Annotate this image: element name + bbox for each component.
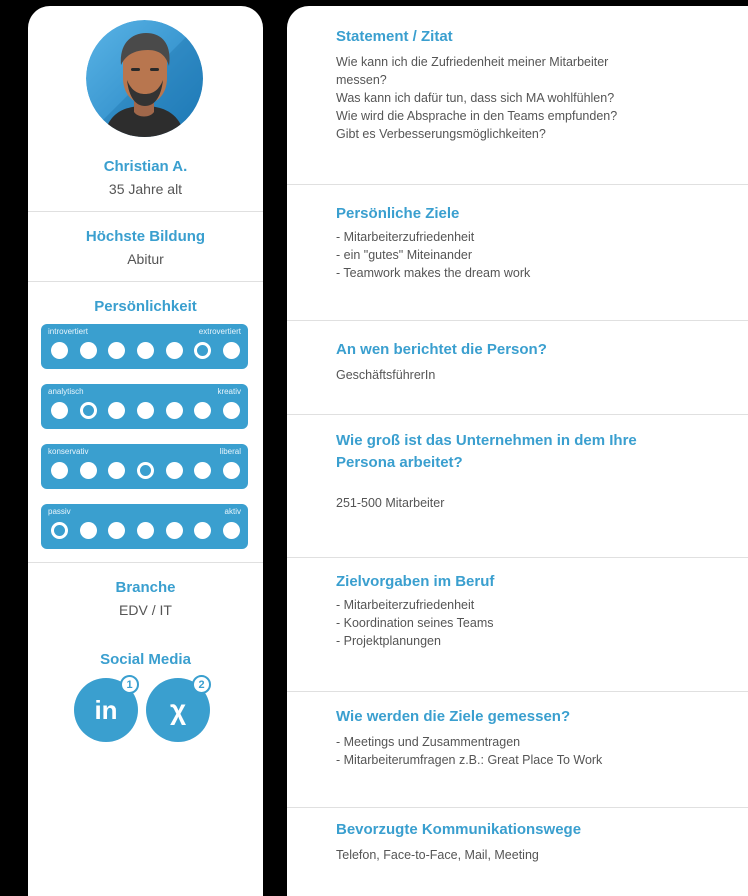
section-statement: Statement / Zitat Wie kann ich die Zufri… [336,26,747,143]
section-title: An wen berichtet die Person? [336,341,547,358]
education-section: Höchste Bildung Abitur [28,228,263,267]
trait-dot [51,342,68,359]
section-communication-channels: Bevorzugte Kommunikationswege Telefon, F… [336,819,747,864]
section-goal-measurement: Wie werden die Ziele gemessen? - Meeting… [336,706,747,769]
divider [287,414,748,415]
trait-dot [79,342,97,359]
education-label: Höchste Bildung [85,228,206,245]
trait-right-label: aktiv [224,507,241,516]
trait-right-label: kreativ [217,387,241,396]
section-title: Bevorzugte Kommunikationswege [336,821,582,838]
section-title: Wie werden die Ziele gemessen? [336,708,571,725]
section-company-size: Wie groß ist das Unternehmen in dem Ihre… [336,430,747,512]
trait-slider-analytic-creative: analytisch kreativ [41,384,248,429]
trait-dot [194,522,212,539]
trait-dot [222,342,240,359]
persona-avatar [86,20,203,137]
personality-label-wrap: Persönlichkeit [28,298,263,315]
trait-dot [108,462,126,479]
trait-dot [222,522,240,539]
personality-label: Persönlichkeit [94,298,197,315]
trait-right-label: extrovertiert [198,327,241,336]
divider [287,320,748,321]
trait-dot [79,522,97,539]
trait-slider-introvert-extrovert: introvertiert extrovertiert [41,324,248,369]
divider [287,184,748,185]
xing-count-badge: 2 [192,675,211,694]
trait-left-label: introvertiert [48,327,89,336]
trait-dot [165,342,183,359]
divider [287,691,748,692]
trait-dot [79,462,97,479]
section-text: - Meetings und Zusammentragen - Mitarbei… [336,735,603,767]
trait-dot [165,402,183,419]
divider [28,281,263,282]
persona-identity: Christian A. 35 Jahre alt [28,158,263,197]
trait-dot [51,402,68,419]
persona-details-card: Statement / Zitat Wie kann ich die Zufri… [287,6,748,896]
trait-dot [136,402,154,419]
linkedin-count: 1 [126,678,133,691]
trait-slider-conservative-liberal: konservativ liberal [41,444,248,489]
trait-dot [108,402,126,419]
trait-right-label: liberal [219,447,241,456]
section-job-targets: Zielvorgaben im Beruf - Mitarbeiterzufri… [336,571,747,650]
divider [287,557,748,558]
section-text: Telefon, Face-to-Face, Mail, Meeting [336,848,539,862]
trait-dot [136,342,154,359]
education-value: Abitur [127,251,164,267]
industry-value: EDV / IT [119,602,172,618]
trait-dot [108,342,126,359]
section-text: - Mitarbeiterzufriedenheit - ein "gutes"… [336,230,531,280]
trait-left-label: passiv [48,507,71,516]
trait-dot [165,462,183,479]
section-text: Wie kann ich die Zufriedenheit meiner Mi… [336,55,618,141]
divider [287,807,748,808]
section-title: Persönliche Ziele [336,205,460,222]
section-personal-goals: Persönliche Ziele - Mitarbeiterzufrieden… [336,203,747,282]
trait-dot [165,522,183,539]
section-text: GeschäftsführerIn [336,368,436,382]
trait-dots [51,342,240,359]
trait-dot [194,402,212,419]
trait-dot-selected [194,342,212,359]
trait-dots [51,402,240,419]
industry-label: Branche [115,579,176,596]
trait-dots [51,462,240,479]
trait-dot-selected [51,522,68,539]
linkedin-glyph: in [94,694,118,725]
persona-name: Christian A. [103,158,188,175]
trait-dot [136,522,154,539]
trait-dot [108,522,126,539]
xing-count: 2 [198,678,205,691]
trait-dot [51,462,68,479]
trait-dots [51,522,240,539]
section-reports-to: An wen berichtet die Person? Geschäftsfü… [336,339,747,384]
industry-section: Branche EDV / IT [28,579,263,618]
persona-age: 35 Jahre alt [108,181,183,197]
trait-dot [194,462,212,479]
social-media-label: Social Media [100,651,191,668]
section-text: 251-500 Mitarbeiter [336,496,445,510]
persona-profile-card: Christian A. 35 Jahre alt Höchste Bildun… [28,6,263,896]
divider [28,562,263,563]
trait-dot [222,462,240,479]
section-title: Wie groß ist das Unternehmen in dem Ihre… [336,432,637,471]
social-media-section: Social Media [28,651,263,668]
section-title: Statement / Zitat [336,28,453,45]
trait-dot-selected [136,462,154,479]
section-text: - Mitarbeiterzufriedenheit - Koordinatio… [336,598,494,648]
linkedin-count-badge: 1 [120,675,139,694]
trait-left-label: konservativ [48,447,89,456]
trait-dot-selected [79,402,97,419]
trait-dot [222,402,240,419]
section-title: Zielvorgaben im Beruf [336,573,495,590]
trait-slider-passive-active: passiv aktiv [41,504,248,549]
trait-left-label: analytisch [48,387,84,396]
xing-glyph: χ [169,694,187,725]
divider [28,211,263,212]
